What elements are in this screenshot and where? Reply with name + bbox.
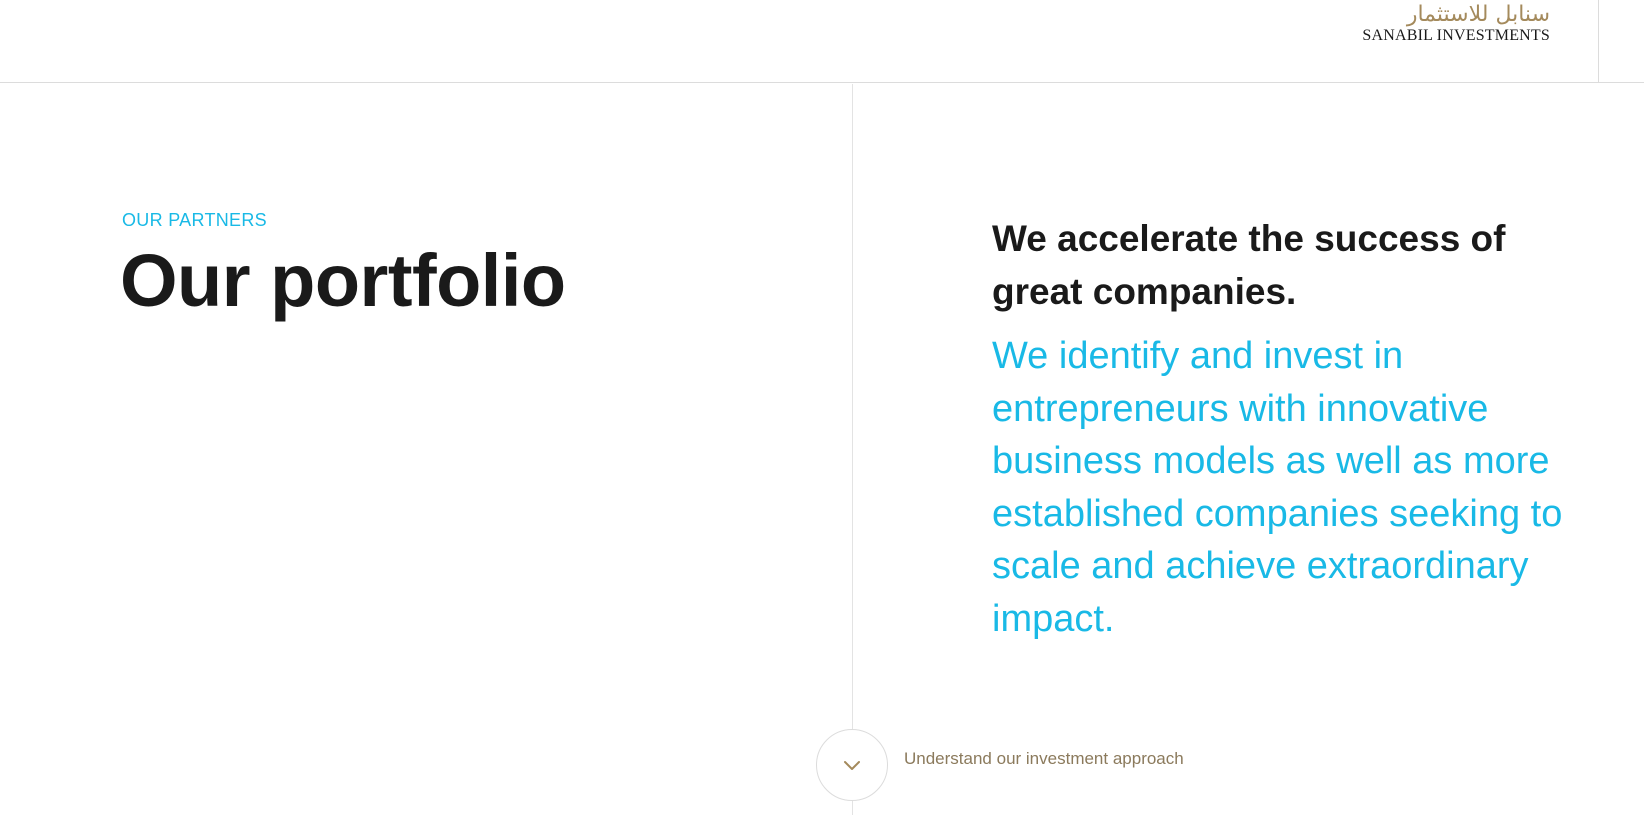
intro-paragraph: We identify and invest in entrepreneurs … — [992, 335, 1563, 640]
lead-statement: We accelerate the success of great compa… — [992, 218, 1506, 312]
scroll-down-button[interactable] — [816, 729, 888, 801]
site-header: سنابل للاستثمار SANABIL INVESTMENTS — [0, 0, 1644, 83]
sanabil-logo[interactable]: سنابل للاستثمار SANABIL INVESTMENTS — [1300, 4, 1550, 44]
investment-approach-link[interactable]: Understand our investment approach — [904, 749, 1184, 769]
chevron-down-icon — [844, 761, 860, 770]
logo-latin-wordmark: SANABIL INVESTMENTS — [1362, 27, 1550, 44]
center-divider — [852, 84, 853, 815]
header-divider — [1598, 0, 1599, 83]
logo-arabic-wordmark: سنابل للاستثمار — [1406, 2, 1550, 27]
page: سنابل للاستثمار SANABIL INVESTMENTS OUR … — [0, 0, 1644, 815]
section-eyebrow: OUR PARTNERS — [122, 210, 267, 230]
page-title: Our portfolio — [120, 239, 566, 322]
